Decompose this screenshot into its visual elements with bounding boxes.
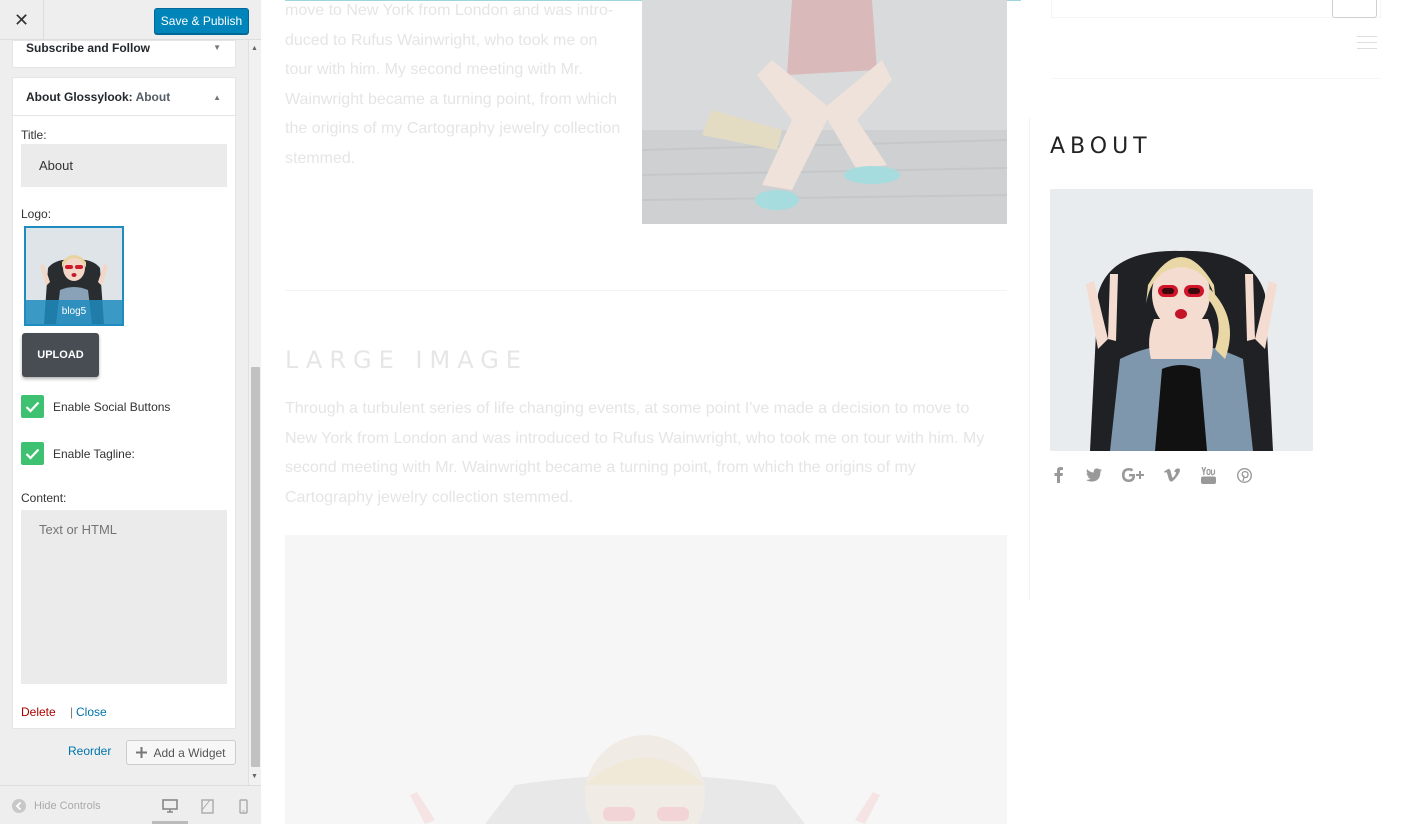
collapse-arrow-circle-icon (12, 799, 26, 813)
desktop-icon (162, 799, 178, 813)
facebook-icon[interactable] (1050, 466, 1066, 484)
link-separator: | (70, 705, 74, 719)
plus-icon (136, 747, 148, 758)
google-plus-icon[interactable] (1122, 466, 1144, 484)
widget-about-glossylook: About Glossylook: About ▲ Title: Logo: (12, 77, 236, 729)
collapse-arrow-icon[interactable]: ▲ (213, 93, 221, 102)
header-rule (1051, 78, 1381, 79)
about-widget-title: ABOUT (1050, 134, 1152, 159)
content-textarea[interactable] (21, 510, 227, 684)
customizer-footer: Hide Controls (0, 785, 261, 824)
logo-thumbnail[interactable]: blog5 (24, 226, 124, 326)
reorder-link[interactable]: Reorder (68, 744, 111, 758)
large-image (285, 535, 1007, 824)
section-heading: LARGE IMAGE (285, 346, 528, 374)
post-image-sneakers (642, 0, 1007, 224)
social-icons-row (1050, 466, 1272, 484)
customizer-sidebar: ✕ Save & Publish Subscribe and Follow ▼ … (0, 0, 261, 824)
header-button[interactable] (1332, 0, 1377, 18)
logo-filename: blog5 (26, 300, 122, 324)
content-label: Content: (21, 491, 67, 505)
hide-controls-label: Hide Controls (34, 800, 101, 812)
desktop-preview-button[interactable] (161, 797, 179, 815)
upload-button[interactable]: UPLOAD (22, 333, 99, 377)
mobile-icon (238, 798, 248, 814)
widget-title: Subscribe and Follow (26, 41, 151, 55)
social-buttons-label: Enable Social Buttons (53, 400, 171, 414)
post-intro-text: move to New York from London and was int… (285, 2, 621, 167)
tablet-icon (200, 798, 214, 814)
delete-link[interactable]: Delete (21, 705, 56, 719)
expand-arrow-icon[interactable]: ▼ (213, 43, 221, 52)
vimeo-icon[interactable] (1164, 466, 1180, 484)
checkmark-icon (25, 401, 40, 413)
scrollbar-thumb[interactable] (251, 367, 260, 767)
add-widget-button[interactable]: Add a Widget (126, 740, 236, 765)
checkmark-icon (25, 448, 40, 460)
close-customizer-button[interactable]: ✕ (0, 0, 44, 40)
widgets-panel: Subscribe and Follow ▼ About Glossylook:… (0, 40, 248, 785)
menu-icon[interactable] (1357, 36, 1377, 50)
widget-title: About Glossylook: About (26, 90, 171, 104)
add-widget-label: Add a Widget (153, 745, 226, 760)
save-publish-button[interactable]: Save & Publish (154, 8, 249, 34)
social-buttons-checkbox[interactable] (21, 395, 44, 418)
tablet-preview-button[interactable] (198, 797, 216, 815)
section-text: Through a turbulent series of life chang… (285, 400, 985, 506)
pinterest-icon[interactable] (1236, 466, 1252, 484)
youtube-icon[interactable] (1200, 466, 1216, 484)
large-photo (285, 535, 1007, 824)
tagline-label: Enable Tagline: (53, 447, 135, 461)
title-input[interactable] (21, 144, 227, 187)
widget-subscribe-follow[interactable]: Subscribe and Follow ▼ (12, 40, 236, 68)
title-label: Title: (21, 128, 47, 142)
scroll-up-icon[interactable]: ▲ (251, 45, 258, 52)
scroll-down-icon[interactable]: ▼ (251, 773, 258, 780)
widget-header[interactable]: About Glossylook: About ▲ (13, 78, 235, 116)
site-preview: move to New York from London and was int… (261, 0, 1411, 824)
sidebar-divider (1029, 118, 1030, 600)
hide-controls-button[interactable]: Hide Controls (12, 799, 101, 813)
tagline-checkbox[interactable] (21, 442, 44, 465)
close-icon: ✕ (13, 9, 30, 30)
customizer-header: ✕ Save & Publish (0, 0, 261, 40)
logo-label: Logo: (21, 207, 52, 221)
close-link[interactable]: Close (76, 705, 107, 719)
sidebar-scrollbar[interactable]: ▲ ▼ (248, 40, 261, 785)
about-image (1050, 189, 1313, 451)
section-divider (285, 290, 1007, 291)
about-photo (1050, 189, 1313, 451)
twitter-icon[interactable] (1086, 466, 1102, 484)
mobile-preview-button[interactable] (234, 797, 252, 815)
sneakers-photo (642, 0, 1007, 224)
